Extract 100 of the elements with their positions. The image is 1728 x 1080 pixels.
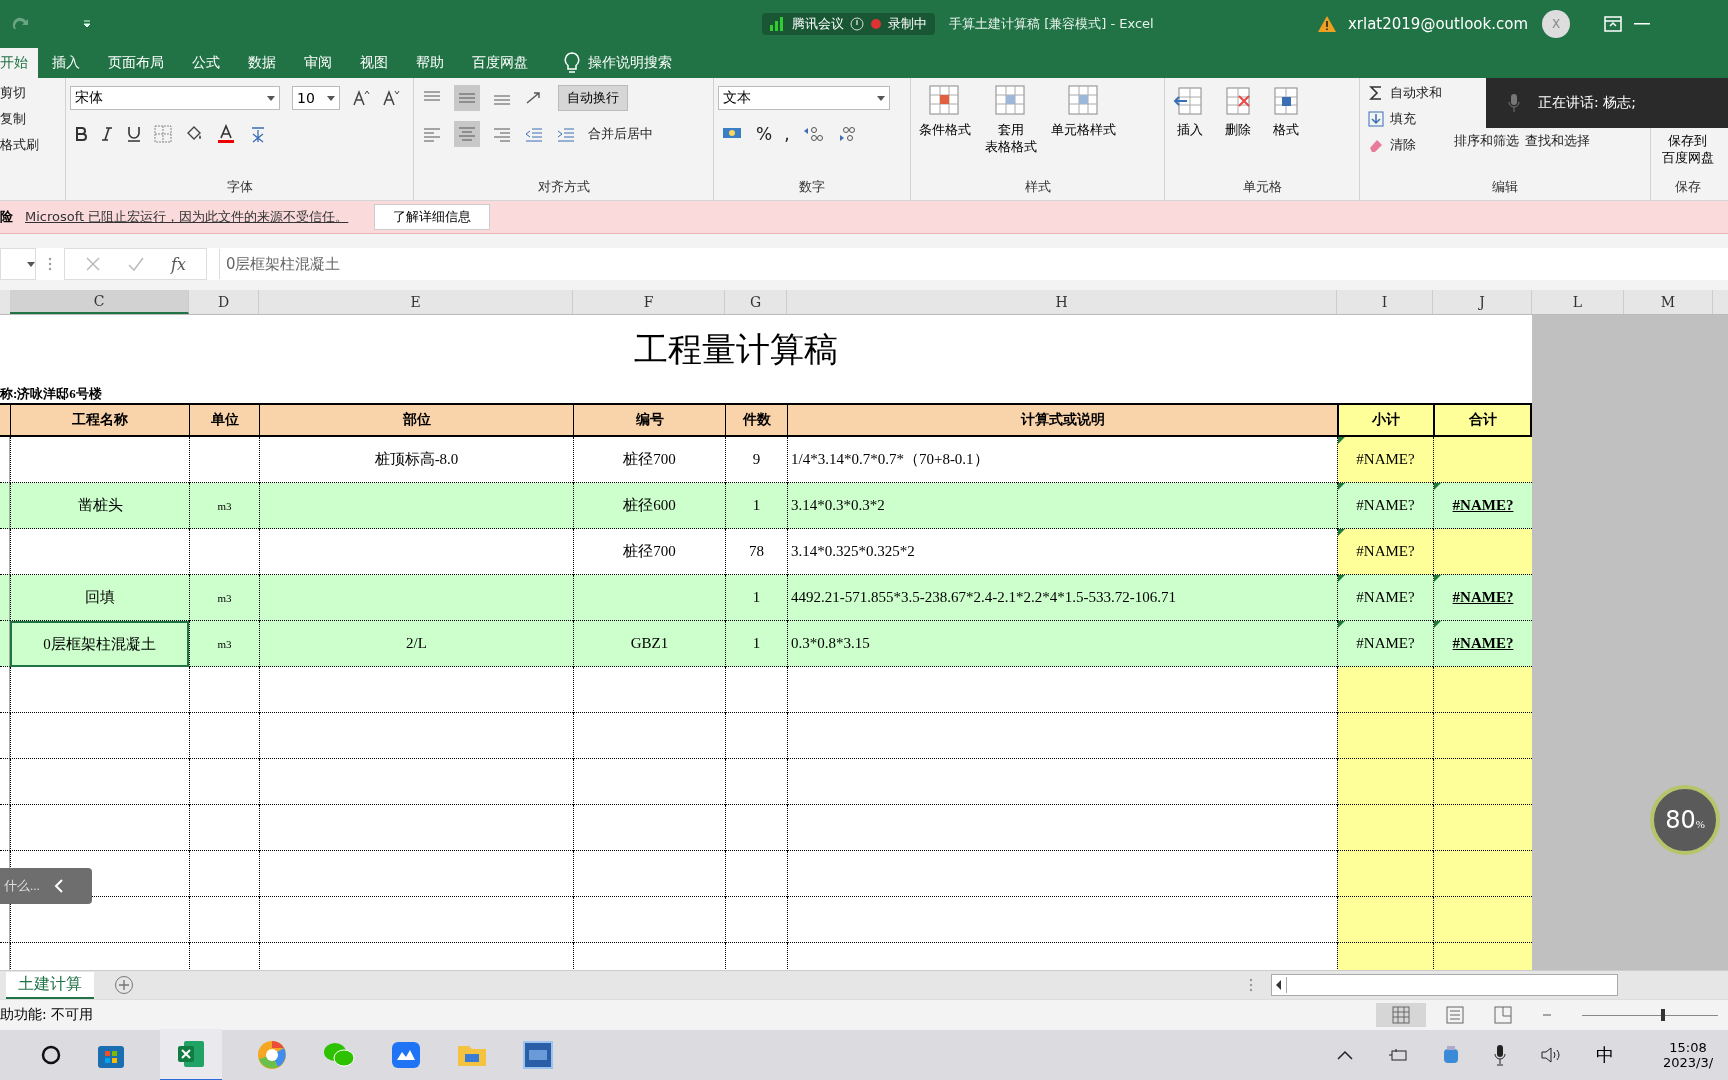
table-cell: #NAME?: [1337, 621, 1433, 667]
signal-icon: [770, 17, 786, 31]
spreadsheet-app-icon[interactable]: [160, 1028, 222, 1080]
sort-filter-button[interactable]: 排序和筛选: [1454, 132, 1519, 154]
formula-input[interactable]: 0层框架柱混凝土: [218, 249, 1728, 279]
table-header-cell: 件数: [725, 405, 787, 435]
volume-icon[interactable]: [1540, 1046, 1562, 1064]
microphone-icon[interactable]: [1494, 1044, 1506, 1066]
zoom-slider-thumb[interactable]: [1660, 1009, 1665, 1021]
clock[interactable]: 15:08 2023/3/: [1648, 1040, 1728, 1070]
column-header[interactable]: L: [1532, 290, 1624, 314]
cells-command[interactable]: 插入: [1173, 84, 1207, 138]
grow-font-icon[interactable]: [352, 89, 370, 107]
font-name-field[interactable]: 宋体: [70, 86, 280, 110]
clipboard-command[interactable]: 剪切: [0, 84, 57, 102]
underline-icon[interactable]: [126, 125, 142, 143]
column-header[interactable]: D: [189, 290, 259, 314]
find-select-button[interactable]: 查找和选择: [1525, 132, 1590, 154]
style-command[interactable]: 条件格式: [919, 84, 971, 155]
style-command[interactable]: 套用 表格格式: [985, 84, 1037, 155]
insert-function-button[interactable]: fx: [171, 254, 186, 274]
task-view-icon[interactable]: [40, 1044, 62, 1066]
cells-command[interactable]: 删除: [1221, 84, 1255, 138]
column-header[interactable]: C: [10, 290, 189, 314]
normal-view-icon[interactable]: [1376, 1003, 1426, 1027]
percent-button[interactable]: %: [756, 124, 773, 144]
power-icon[interactable]: [1388, 1048, 1408, 1062]
table-cell: 4492.21-571.855*3.5-238.67*2.4-2.1*2.2*4*1.5-533.72-106.71: [787, 575, 1337, 621]
table-cell: 1: [725, 575, 787, 621]
ribbon-tab[interactable]: 插入: [38, 48, 94, 78]
ribbon-tab[interactable]: 视图: [346, 48, 402, 78]
wrap-text-button[interactable]: 自动换行: [558, 85, 628, 111]
learn-more-button[interactable]: 了解详细信息: [374, 204, 491, 230]
shrink-font-icon[interactable]: [382, 89, 400, 107]
dropdown-caret-icon[interactable]: [267, 95, 275, 101]
collapse-icon[interactable]: [53, 879, 64, 893]
ribbon-tab[interactable]: 数据: [234, 48, 290, 78]
increase-indent-icon[interactable]: [556, 126, 576, 142]
style-command[interactable]: 单元格样式: [1051, 84, 1116, 155]
column-header[interactable]: J: [1433, 290, 1532, 314]
ribbon-tab[interactable]: 页面布局: [94, 48, 178, 78]
column-header[interactable]: E: [259, 290, 573, 314]
message-link[interactable]: Microsoft 已阻止宏运行，因为此文件的来源不受信任。: [25, 208, 349, 226]
dropdown-caret-icon[interactable]: [327, 95, 335, 101]
ribbon-tab[interactable]: 公式: [178, 48, 234, 78]
decrease-indent-icon[interactable]: [524, 126, 544, 142]
sum-icon: [1368, 85, 1384, 101]
more-icon: [1249, 978, 1253, 992]
ribbon-display-icon[interactable]: [1604, 16, 1622, 32]
horizontal-scrollbar[interactable]: [1271, 974, 1618, 996]
table-cell: m3: [189, 621, 259, 667]
dropdown-caret-icon[interactable]: [877, 95, 885, 101]
search-field[interactable]: 操作说明搜索: [580, 48, 686, 78]
usb-drive-icon[interactable]: [1442, 1045, 1460, 1065]
font-color-icon[interactable]: [216, 124, 236, 144]
customize-icon[interactable]: [82, 19, 92, 29]
tray-chevron-icon[interactable]: [1336, 1049, 1354, 1061]
group-label: 样式: [1023, 178, 1052, 196]
sheet-tab[interactable]: 土建计算: [6, 971, 94, 999]
column-header[interactable]: H: [787, 290, 1337, 314]
sheet-title: 工程量计算稿: [633, 330, 839, 370]
clipboard-command[interactable]: 复制: [0, 110, 57, 128]
save-to-cloud-button[interactable]: 保存到 百度网盘: [1659, 132, 1716, 166]
browser-icon[interactable]: [256, 1039, 288, 1071]
column-header[interactable]: G: [725, 290, 787, 314]
column-header[interactable]: F: [573, 290, 725, 314]
editing-command[interactable]: 填充: [1390, 110, 1416, 128]
ribbon-tab[interactable]: 帮助: [402, 48, 458, 78]
cad-app-icon[interactable]: [522, 1040, 554, 1070]
column-header[interactable]: I: [1337, 290, 1433, 314]
table-cell: #NAME?: [1337, 437, 1433, 483]
ribbon-tab[interactable]: 审阅: [290, 48, 346, 78]
font-size-field[interactable]: 10: [292, 86, 340, 110]
hint-pill[interactable]: 什么...: [0, 868, 92, 904]
table-cell: #NAME?: [1433, 621, 1532, 667]
check-icon[interactable]: [127, 256, 145, 272]
merge-center-button[interactable]: 合并后居中: [588, 125, 653, 143]
add-sheet-icon[interactable]: [114, 975, 134, 995]
account-email[interactable]: xrlat2019@outlook.com: [1347, 15, 1528, 33]
minimize-icon[interactable]: [1634, 22, 1650, 26]
input-method-indicator[interactable]: 中: [1596, 1043, 1614, 1067]
page-break-icon[interactable]: [1494, 1006, 1512, 1024]
editing-command[interactable]: 清除: [1390, 136, 1416, 154]
meeting-app-icon[interactable]: [390, 1040, 422, 1070]
table-cell: 桩径700: [573, 437, 725, 483]
bold-icon[interactable]: [74, 126, 88, 142]
table-cell: 3.14*0.325*0.325*2: [787, 529, 1337, 575]
cells-command[interactable]: 格式: [1269, 84, 1303, 138]
table-cell: [725, 851, 787, 897]
ribbon-tab[interactable]: 百度网盘: [458, 48, 542, 78]
column-header[interactable]: M: [1624, 290, 1713, 314]
info-icon[interactable]: [850, 17, 864, 31]
project-name: 称:济咏洋邸6号楼: [0, 385, 103, 403]
ribbon-tab[interactable]: 开始: [0, 48, 38, 78]
number-format-field[interactable]: 文本: [718, 86, 890, 110]
clipboard-command[interactable]: 格式刷: [0, 136, 57, 154]
italic-icon[interactable]: [100, 126, 114, 142]
editing-command[interactable]: 自动求和: [1390, 84, 1442, 102]
comma-button[interactable]: ,: [784, 124, 790, 144]
table-cell: 1: [725, 483, 787, 529]
